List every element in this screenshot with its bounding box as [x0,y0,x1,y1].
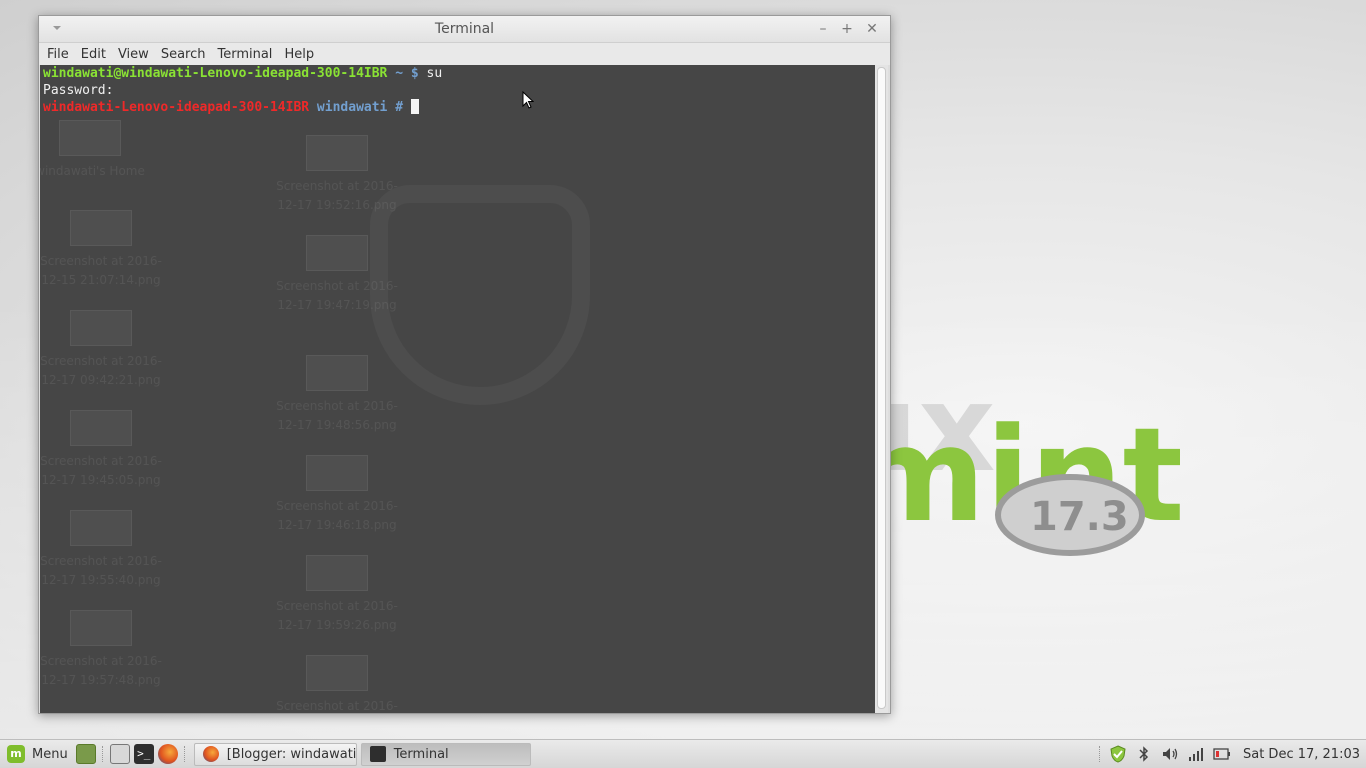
shield-icon[interactable] [1109,745,1127,763]
panel-separator [183,746,186,762]
menu-help[interactable]: Help [278,47,320,62]
desktop-icon-label: Screenshot at 2016-12-17 19:46:18.png [276,499,398,532]
terminal-line-2: Password: [43,83,114,98]
menu-file[interactable]: File [41,47,75,62]
mouse-pointer-icon [522,91,534,109]
desktop-icon-label: Screenshot at 2016-12-17 19:52:16.png [276,179,398,212]
image-file-icon [306,355,368,391]
mint-menu-button[interactable]: m Menu [0,740,74,768]
text-cursor [410,99,419,114]
menu-terminal[interactable]: Terminal [211,47,278,62]
menu-bar: File Edit View Search Terminal Help [39,43,890,65]
desktop-icon: Screenshot at 2016-12-17 19:47:19.png [272,235,402,315]
panel-separator [101,746,104,762]
desktop-icon: windawati's Home [40,120,155,181]
root-prompt-host: windawati-Lenovo-ideapad-300-14IBR [43,100,310,115]
taskbar: m Menu >_ [Blogger: windawati_2... Termi… [0,739,1366,768]
menu-button-label: Menu [32,746,68,762]
desktop-icon: Screenshot at 2016-12-17 19:48:56.png [272,355,402,435]
task-label: Terminal [393,746,449,762]
task-label: [Blogger: windawati_2... [226,746,357,762]
desktop-icon-label: Screenshot at 2016-12-17 19:48:56.png [276,399,398,432]
terminal-icon [369,746,386,762]
desktop-icon: Screenshot at 2016-12-17 09:42:21.png [40,310,166,390]
desktop-icon-label: Screenshot at 2016-12-15 21:07:14.png [40,254,162,287]
terminal-output[interactable]: windawati's Home Screenshot at 2016-12-1… [40,65,875,713]
file-manager-icon[interactable] [109,744,130,764]
maximize-icon[interactable]: + [839,21,855,37]
image-file-icon [306,235,368,271]
task-blogger[interactable]: [Blogger: windawati_2... [193,742,357,766]
terminal-icon[interactable]: >_ [133,744,154,764]
desktop-icon-label: Screenshot at 2016-12-17 19:55:40.png [40,554,162,587]
image-file-icon [306,135,368,171]
minimize-icon[interactable]: – [815,21,831,37]
bluetooth-icon[interactable] [1135,745,1153,763]
window-title: Terminal [434,21,495,37]
network-signal-icon[interactable] [1187,745,1205,763]
image-file-icon [70,310,132,346]
terminal-window: Terminal – + ✕ File Edit View Search Ter… [38,15,891,714]
desktop-icon: Screenshot at 2016-12-17 19:45:05.png [40,410,166,490]
firefox-icon[interactable] [157,744,178,764]
scrollbar-thumb[interactable] [877,67,886,709]
battery-icon[interactable] [1213,745,1231,763]
task-terminal[interactable]: Terminal [360,742,531,766]
window-titlebar[interactable]: Terminal – + ✕ [39,16,890,43]
image-file-icon [306,655,368,691]
desktop-icon: Screenshot at 2016-12-17 19:55:40.png [40,510,166,590]
desktop-icon-label: Screenshot at 2016-12-17 19:57:48.png [40,654,162,687]
firefox-icon [202,746,219,762]
image-file-icon [306,455,368,491]
desktop-icon-label: Screenshot at 2016-12-17 09:42:21.png [40,354,162,387]
image-file-icon [306,555,368,591]
prompt-dir: ~ $ [387,66,427,81]
desktop-icon: Screenshot at 2016-12-15 21:07:14.png [40,210,166,290]
desktop-icon-label: Screenshot at 2016-12-17 19:59:26.png [276,599,398,632]
root-prompt-symbol: # [387,100,411,115]
terminal-scrollbar[interactable] [875,65,888,713]
svg-text:17.3: 17.3 [1030,494,1129,540]
show-desktop-icon[interactable] [75,744,96,764]
menu-search[interactable]: Search [155,47,212,62]
prompt-user-host: windawati@windawati-Lenovo-ideapad-300-1… [43,66,388,81]
image-file-icon [70,210,132,246]
desktop-icon-label: Screenshot at 2016-12-17 19:45:05.png [40,454,162,487]
menu-view[interactable]: View [112,47,155,62]
desktop-icon-label: windawati's Home [40,164,145,178]
image-file-icon [70,610,132,646]
image-file-icon [70,510,132,546]
terminal-line-3: windawati-Lenovo-ideapad-300-14IBR winda… [43,99,419,116]
desktop-icon-label: Screenshot at 2016-12-17 19:47:19.png [276,279,398,312]
system-tray: Sat Dec 17, 21:03 [1095,740,1366,768]
clock[interactable]: Sat Dec 17, 21:03 [1243,747,1360,762]
wallpaper-ghost [370,185,590,405]
folder-icon [59,120,121,156]
panel-separator [1098,746,1101,762]
menu-edit[interactable]: Edit [75,47,112,62]
terminal-line-1: windawati@windawati-Lenovo-ideapad-300-1… [43,65,442,82]
desktop-icon: Screenshot at 2016-12-17 19:59:26.png [272,555,402,635]
root-prompt-dir: windawati [309,100,388,115]
desktop-icon: Screenshot at 2016-12-17 20:56:49.png [272,655,402,713]
desktop-icon-label: Screenshot at 2016-12-17 20:56:49.png [276,699,398,713]
volume-icon[interactable] [1161,745,1179,763]
linux-mint-logo-icon: m [7,745,25,763]
command-text: su [426,66,443,81]
desktop-icon: Screenshot at 2016-12-17 19:57:48.png [40,610,166,690]
desktop-icon: Screenshot at 2016-12-17 19:52:16.png [272,135,402,215]
image-file-icon [70,410,132,446]
close-icon[interactable]: ✕ [864,21,880,37]
desktop-icon: Screenshot at 2016-12-17 19:46:18.png [272,455,402,535]
